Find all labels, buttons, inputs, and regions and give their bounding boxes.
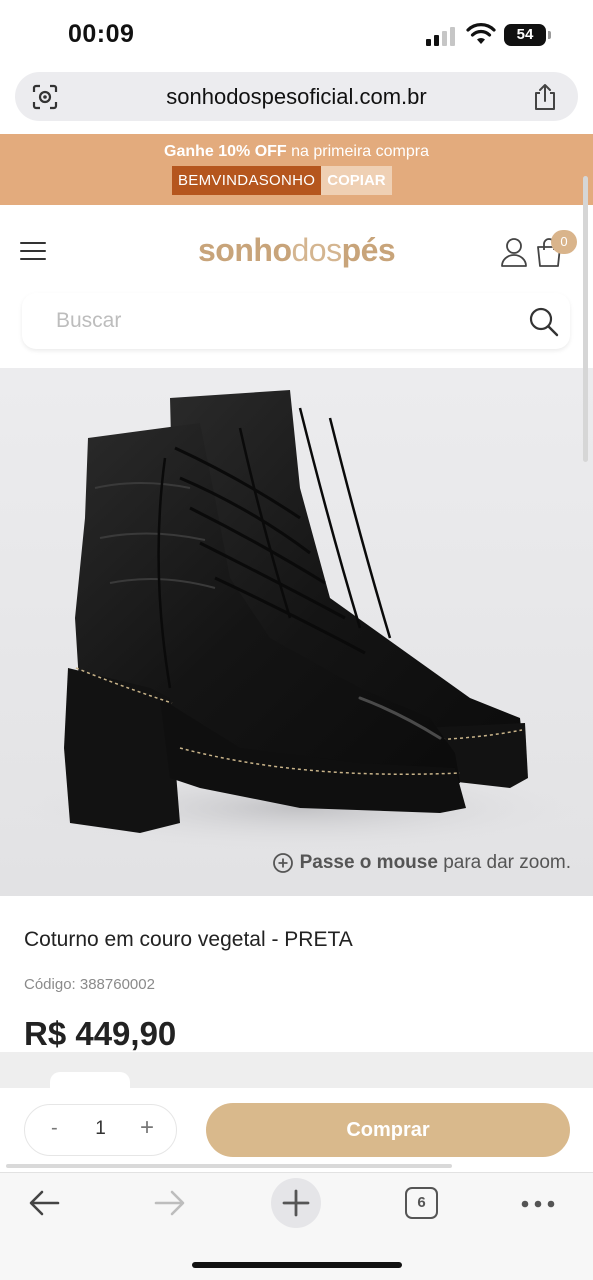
wifi-icon [466, 23, 496, 44]
zoom-hint-text: para dar zoom. [443, 852, 571, 873]
logo-part-2: dos [291, 232, 342, 268]
zoom-hint-bold: Passe o mouse [299, 852, 438, 873]
quantity-increase-button[interactable]: + [140, 1114, 154, 1142]
boots-illustration [10, 390, 590, 853]
product-image[interactable] [0, 368, 593, 896]
promo-rest: na primeira compra [291, 143, 429, 160]
product-title: Coturno em couro vegetal - PRETA [24, 928, 353, 951]
more-dots-icon[interactable] [520, 1199, 556, 1209]
logo[interactable]: sonhodospés [198, 232, 396, 269]
product-code: Código: 388760002 [24, 976, 155, 993]
new-tab-button[interactable] [271, 1178, 321, 1228]
plus-icon [282, 1189, 310, 1217]
tabs-button[interactable]: 6 [405, 1187, 438, 1219]
url-bar[interactable]: sonhodospesoficial.com.br [15, 72, 578, 121]
search-input[interactable] [56, 306, 496, 336]
copy-coupon-button[interactable]: COPIAR [321, 166, 392, 195]
signal-icon [426, 26, 458, 46]
zoom-hint: Passe o mouse para dar zoom. [272, 852, 571, 874]
product-price: R$ 449,90 [24, 1015, 177, 1052]
back-arrow-icon[interactable] [26, 1186, 62, 1220]
forward-arrow-icon[interactable] [152, 1186, 188, 1220]
search-box [22, 293, 570, 349]
coupon-code: BEMVINDASONHO [172, 166, 322, 195]
promo-highlight: Ganhe 10% OFF [164, 143, 287, 160]
status-bar: 00:09 54 [0, 0, 593, 70]
coupon: BEMVINDASONHO COPIAR [172, 166, 392, 195]
menu-icon[interactable] [20, 240, 46, 262]
promo-text: Ganhe 10% OFF na primeira compra [0, 143, 593, 161]
logo-part-1: sonho [198, 232, 292, 268]
horizontal-scrollbar[interactable] [6, 1164, 452, 1168]
battery-indicator: 54 [504, 24, 551, 46]
page: 00:09 54 sonhodospesoficial.com.br Ganhe… [0, 0, 593, 1280]
cart-count-badge[interactable]: 0 [551, 230, 577, 254]
logo-part-3: pés [341, 232, 396, 268]
home-indicator [192, 1262, 402, 1268]
page-scrollbar[interactable] [583, 176, 588, 462]
quantity-stepper: - 1 + [24, 1104, 177, 1156]
zoom-plus-icon [272, 853, 293, 873]
user-icon[interactable] [500, 236, 528, 268]
search-icon[interactable] [528, 306, 560, 338]
status-time: 00:09 [68, 20, 135, 48]
url-text[interactable]: sonhodospesoficial.com.br [15, 84, 578, 110]
buy-button[interactable]: Comprar [206, 1103, 570, 1157]
share-icon[interactable] [532, 82, 558, 112]
